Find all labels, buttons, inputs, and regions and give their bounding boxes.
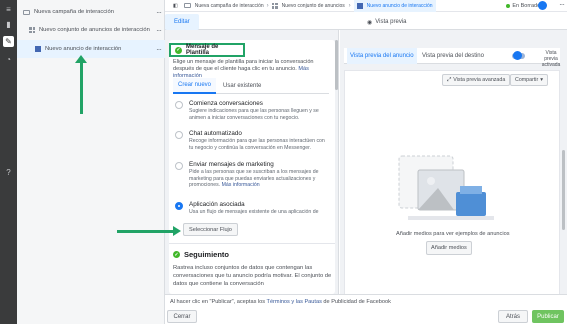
more-options-icon[interactable]: ··· bbox=[559, 0, 565, 9]
share-button[interactable]: Compartir ▾ bbox=[510, 74, 548, 86]
tab-preview[interactable]: ◉ Vista previa bbox=[367, 14, 407, 30]
template-section-heading: ✓ Mensaje de Plantilla bbox=[169, 43, 245, 57]
tab-ad-preview[interactable]: Vista previa del anuncio bbox=[347, 48, 417, 64]
clock-icon[interactable]: ◔ bbox=[3, 54, 14, 65]
ad-square-icon bbox=[35, 46, 41, 52]
annotation-arrow-up bbox=[80, 60, 83, 114]
preview-tabs: Vista previa del anuncio Vista previa de… bbox=[344, 48, 560, 68]
annotation-arrow-right-head bbox=[173, 226, 181, 236]
more-options-icon[interactable]: ··· bbox=[156, 45, 162, 54]
sidebar-toggle-icon[interactable]: ◧ bbox=[173, 3, 178, 9]
pencil-icon[interactable]: ✎ bbox=[3, 36, 14, 47]
expand-icon: ⤢ bbox=[447, 76, 452, 83]
annotation-arrow-right bbox=[117, 230, 174, 233]
fb-menu-icon[interactable]: ≡ bbox=[3, 4, 14, 15]
advanced-preview-button[interactable]: ⤢ Vista previa avanzada bbox=[442, 74, 511, 86]
status-badge: En Borrador bbox=[506, 3, 542, 9]
chart-icon[interactable]: ▮ bbox=[3, 19, 14, 30]
more-options-icon[interactable]: ··· bbox=[156, 8, 162, 17]
edit-preview-tabs bbox=[165, 12, 567, 30]
folder-icon bbox=[183, 3, 191, 8]
editor-panel: ✓ Mensaje de Plantilla Elige un mensaje … bbox=[165, 30, 339, 294]
radio-button[interactable] bbox=[175, 131, 183, 139]
tab-use-existing[interactable]: Usar existente bbox=[223, 78, 261, 94]
template-description: Elige un mensaje de plantilla para inici… bbox=[173, 59, 314, 79]
preview-toggle-label: Vista previa activada bbox=[541, 50, 561, 68]
back-button[interactable]: Atrás bbox=[498, 310, 528, 323]
footer: Al hacer clic en "Publicar", aceptas los… bbox=[165, 294, 567, 324]
tracking-heading: ✓ Seguimiento bbox=[173, 250, 230, 259]
radio-button-selected[interactable] bbox=[175, 202, 183, 210]
top-bar: ◧ Nueva campaña de interacción › Nuevo c… bbox=[165, 0, 567, 12]
folder-icon bbox=[23, 9, 30, 15]
editor-scrollbar[interactable] bbox=[335, 40, 338, 90]
empty-media-illustration bbox=[398, 155, 494, 220]
status-dot-icon bbox=[506, 3, 511, 8]
tree-item-adset[interactable]: Nuevo conjunto de anuncios de interacció… bbox=[29, 23, 162, 37]
campaign-tree: Nueva campaña de interacción ··· Nuevo c… bbox=[17, 0, 165, 324]
tracking-description: Rastrea incluso conjuntos de datos que c… bbox=[173, 265, 332, 287]
tree-item-ad[interactable]: Nuevo anuncio de interacción ··· bbox=[35, 42, 162, 56]
eye-icon: ◉ bbox=[367, 19, 373, 26]
ad-square-icon bbox=[356, 2, 363, 9]
tab-create-new[interactable]: Crear nuevo bbox=[173, 78, 217, 94]
close-button[interactable]: Cerrar bbox=[167, 310, 197, 323]
tree-item-campaign[interactable]: Nueva campaña de interacción ··· bbox=[23, 5, 162, 19]
select-flow-button[interactable]: Seleccionar Flujo bbox=[183, 223, 238, 236]
help-icon[interactable]: ? bbox=[3, 167, 14, 178]
tab-edit[interactable]: Editar bbox=[165, 14, 199, 30]
chevron-down-icon: ▾ bbox=[540, 77, 543, 83]
template-subtabs: Crear nuevo Usar existente bbox=[173, 78, 329, 94]
breadcrumb-campaign[interactable]: Nueva campaña de interacción › bbox=[183, 2, 272, 9]
radio-button[interactable] bbox=[175, 101, 183, 109]
more-options-icon[interactable]: ··· bbox=[156, 26, 162, 35]
grid-icon bbox=[271, 2, 278, 9]
radio-button[interactable] bbox=[175, 162, 183, 170]
check-icon: ✓ bbox=[173, 251, 180, 258]
check-icon: ✓ bbox=[175, 46, 182, 54]
preview-scrollbar[interactable] bbox=[562, 150, 565, 230]
breadcrumb-ad[interactable]: Nuevo anuncio de interacción bbox=[353, 0, 436, 12]
breadcrumb-adset[interactable]: Nuevo conjunto de anuncios de inte... › bbox=[271, 2, 354, 9]
publish-button[interactable]: Publicar bbox=[532, 310, 564, 323]
chevron-right-icon: › bbox=[348, 2, 351, 9]
terms-text: Al hacer clic en "Publicar", aceptas los… bbox=[170, 299, 391, 305]
status-toggle[interactable] bbox=[538, 1, 547, 10]
terms-link[interactable]: Términos y las Pautas bbox=[267, 299, 322, 305]
left-rail: ≡ ▮ ✎ ◔ ? bbox=[0, 0, 17, 324]
empty-media-text: Añadir medios para ver ejemplos de anunc… bbox=[396, 231, 510, 237]
add-media-button[interactable]: Añadir medios bbox=[426, 241, 472, 255]
preview-panel: Vista previa del anuncio Vista previa de… bbox=[340, 30, 567, 294]
tab-destination-preview[interactable]: Vista previa del destino bbox=[422, 48, 484, 64]
chevron-right-icon: › bbox=[266, 2, 269, 9]
learn-more-link[interactable]: Más información bbox=[222, 182, 260, 188]
grid-icon bbox=[29, 27, 35, 33]
annotation-arrow-up-head bbox=[75, 55, 87, 63]
divider bbox=[169, 243, 335, 244]
preview-toggle-knob[interactable] bbox=[513, 51, 522, 60]
